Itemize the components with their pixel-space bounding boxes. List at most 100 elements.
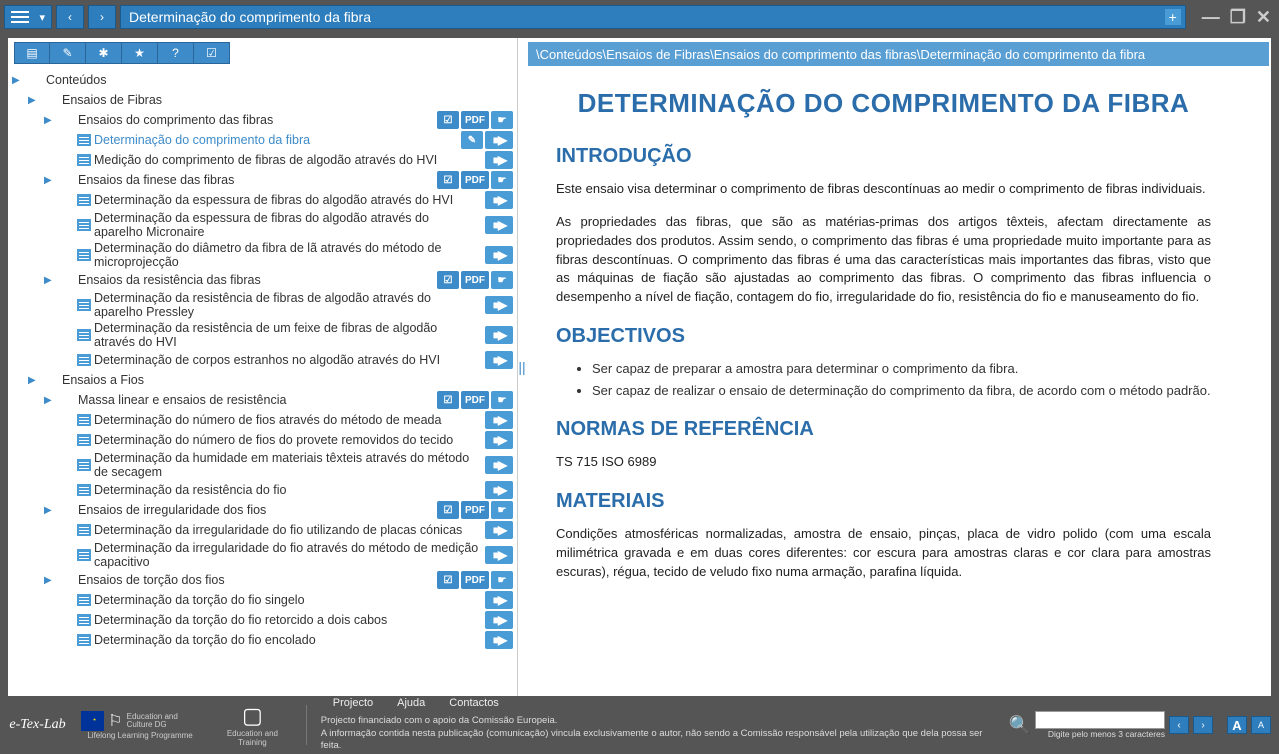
tree-doc[interactable]: Determinação da espessura de fibras do a… [12, 210, 515, 240]
tree-doc[interactable]: Determinação de corpos estranhos no algo… [12, 350, 515, 370]
back-button[interactable]: ‹ [56, 5, 84, 29]
tree-doc[interactable]: Determinação da humidade em materiais tê… [12, 450, 515, 480]
tree-doc[interactable]: Determinação da torção do fio retorcido … [12, 610, 515, 630]
tree-label[interactable]: Determinação da resistência de fibras de… [94, 291, 515, 319]
link-projecto[interactable]: Projecto [333, 697, 373, 709]
vid-badge[interactable]: ■▶ [485, 546, 513, 564]
tree-doc[interactable]: Determinação do número de fios através d… [12, 410, 515, 430]
tree-label[interactable]: Determinação do número de fios através d… [94, 413, 515, 427]
content-tree[interactable]: ▶▶Conteúdos▶▶Ensaios de Fibras▶▶Ensaios … [8, 66, 517, 696]
hand-badge[interactable]: ☛ [491, 171, 513, 189]
expand-arrow-icon[interactable]: ▶ [44, 505, 58, 516]
search-prev[interactable]: ‹ [1169, 716, 1189, 734]
vid-badge[interactable]: ■▶ [485, 481, 513, 499]
tree-label[interactable]: Determinação da espessura de fibras do a… [94, 211, 515, 239]
expand-arrow-icon[interactable]: ▶ [44, 275, 58, 286]
vid-badge[interactable]: ■▶ [485, 591, 513, 609]
chk-badge[interactable]: ☑ [437, 571, 459, 589]
tree-doc[interactable]: Determinação da resistência de um feixe … [12, 320, 515, 350]
vid-badge[interactable]: ■▶ [485, 296, 513, 314]
vid-badge[interactable]: ■▶ [485, 611, 513, 629]
tree-folder[interactable]: ▶▶Massa linear e ensaios de resistência☑… [12, 390, 515, 410]
tree-doc[interactable]: Determinação da irregularidade do fio ut… [12, 520, 515, 540]
tree-doc[interactable]: Determinação da resistência de fibras de… [12, 290, 515, 320]
tool-check[interactable]: ☑ [194, 42, 230, 64]
tree-label[interactable]: Determinação de corpos estranhos no algo… [94, 353, 515, 367]
tree-folder[interactable]: ▶▶Ensaios de torção dos fios☑PDF☛ [12, 570, 515, 590]
expand-arrow-icon[interactable]: ▶ [44, 395, 58, 406]
tree-doc[interactable]: Determinação da torção do fio encolado■▶ [12, 630, 515, 650]
pdf-badge[interactable]: PDF [461, 391, 489, 409]
minimize-button[interactable]: — [1202, 7, 1220, 28]
tab-current[interactable]: Determinação do comprimento da fibra + [120, 5, 1186, 29]
close-button[interactable]: ✕ [1256, 7, 1271, 28]
link-ajuda[interactable]: Ajuda [397, 697, 425, 709]
vid-badge[interactable]: ■▶ [485, 351, 513, 369]
tree-folder[interactable]: ▶▶Ensaios de irregularidade dos fios☑PDF… [12, 500, 515, 520]
splitter[interactable]: || [518, 38, 526, 696]
tree-doc[interactable]: Medição do comprimento de fibras de algo… [12, 150, 515, 170]
tree-doc[interactable]: Determinação do diâmetro da fibra de lã … [12, 240, 515, 270]
tree-folder[interactable]: ▶▶Ensaios de Fibras [12, 90, 515, 110]
vid-badge[interactable]: ■▶ [485, 411, 513, 429]
expand-arrow-icon[interactable]: ▶ [44, 175, 58, 186]
chk-badge[interactable]: ☑ [437, 501, 459, 519]
tree-folder[interactable]: ▶▶Conteúdos [12, 70, 515, 90]
hand-badge[interactable]: ☛ [491, 391, 513, 409]
vid-badge[interactable]: ■▶ [485, 456, 513, 474]
tree-label[interactable]: Determinação da torção do fio encolado [94, 633, 515, 647]
tool-graph[interactable]: ✱ [86, 42, 122, 64]
pdf-badge[interactable]: PDF [461, 571, 489, 589]
expand-arrow-icon[interactable]: ▶ [28, 375, 42, 386]
menu-button[interactable]: ▾ [4, 5, 52, 29]
tree-label[interactable]: Conteúdos [46, 73, 515, 87]
tree-doc[interactable]: Determinação da espessura de fibras do a… [12, 190, 515, 210]
tree-label[interactable]: Determinação da torção do fio singelo [94, 593, 515, 607]
vid-badge[interactable]: ■▶ [485, 631, 513, 649]
tree-folder[interactable]: ▶▶Ensaios a Fios [12, 370, 515, 390]
font-small[interactable]: A [1251, 716, 1271, 734]
hand-badge[interactable]: ☛ [491, 111, 513, 129]
tree-label[interactable]: Determinação da humidade em materiais tê… [94, 451, 515, 479]
vid-badge[interactable]: ■▶ [485, 246, 513, 264]
pdf-badge[interactable]: PDF [461, 171, 489, 189]
vid-badge[interactable]: ■▶ [485, 131, 513, 149]
tree-doc[interactable]: Determinação do número de fios do provet… [12, 430, 515, 450]
vid-badge[interactable]: ■▶ [485, 191, 513, 209]
search-next[interactable]: › [1193, 716, 1213, 734]
vid-badge[interactable]: ■▶ [485, 326, 513, 344]
tool-contents[interactable]: ▤ [14, 42, 50, 64]
tree-doc[interactable]: Determinação da torção do fio singelo■▶ [12, 590, 515, 610]
tool-help[interactable]: ? [158, 42, 194, 64]
expand-arrow-icon[interactable]: ▶ [44, 575, 58, 586]
new-tab-button[interactable]: + [1165, 9, 1181, 25]
tree-label[interactable]: Determinação da espessura de fibras do a… [94, 193, 515, 207]
tree-doc[interactable]: Determinação do comprimento da fibra✎■▶ [12, 130, 515, 150]
pdf-badge[interactable]: PDF [461, 501, 489, 519]
tree-folder[interactable]: ▶▶Ensaios da resistência das fibras☑PDF☛ [12, 270, 515, 290]
pdf-badge[interactable]: PDF [461, 271, 489, 289]
tree-label[interactable]: Determinação do diâmetro da fibra de lã … [94, 241, 515, 269]
vid-badge[interactable]: ■▶ [485, 431, 513, 449]
tree-doc[interactable]: Determinação da resistência do fio■▶ [12, 480, 515, 500]
vid-badge[interactable]: ■▶ [485, 216, 513, 234]
chk-badge[interactable]: ☑ [437, 271, 459, 289]
maximize-button[interactable]: ❐ [1230, 7, 1246, 28]
expand-arrow-icon[interactable]: ▶ [28, 95, 42, 106]
vid-badge[interactable]: ■▶ [485, 151, 513, 169]
tool-favorite[interactable]: ★ [122, 42, 158, 64]
pdf-badge[interactable]: PDF [461, 111, 489, 129]
tree-label[interactable]: Determinação do comprimento da fibra [94, 133, 515, 147]
tree-label[interactable]: Determinação da torção do fio retorcido … [94, 613, 515, 627]
tree-label[interactable]: Determinação da resistência de um feixe … [94, 321, 515, 349]
hand-badge[interactable]: ☛ [491, 271, 513, 289]
chk-badge[interactable]: ☑ [437, 171, 459, 189]
tool-edit[interactable]: ✎ [50, 42, 86, 64]
search-input[interactable] [1035, 711, 1165, 729]
tree-label[interactable]: Medição do comprimento de fibras de algo… [94, 153, 515, 167]
font-large[interactable]: A [1227, 716, 1247, 734]
tree-folder[interactable]: ▶▶Ensaios da finese das fibras☑PDF☛ [12, 170, 515, 190]
vid-badge[interactable]: ■▶ [485, 521, 513, 539]
chk-badge[interactable]: ☑ [437, 391, 459, 409]
tree-folder[interactable]: ▶▶Ensaios do comprimento das fibras☑PDF☛ [12, 110, 515, 130]
